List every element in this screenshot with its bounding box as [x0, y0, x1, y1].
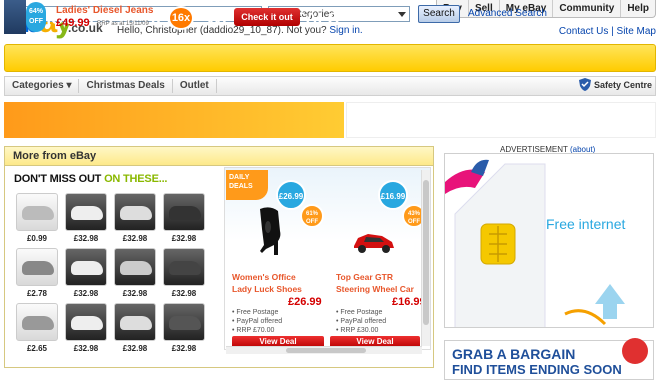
- product-thumbnail[interactable]: [163, 303, 205, 341]
- product-thumbnail[interactable]: [114, 193, 156, 231]
- grab-a-bargain-text: GRAB A BARGAIN: [452, 346, 576, 362]
- product-price: £32.98: [73, 234, 99, 243]
- nav-christmas-deals[interactable]: Christmas Deals: [79, 79, 173, 93]
- category-nav-bar: Categories ▾ Christmas Deals Outlet: [4, 76, 656, 96]
- product-price: £32.98: [73, 289, 99, 298]
- product-thumbnail[interactable]: [16, 248, 58, 286]
- product-thumbnail[interactable]: [65, 248, 107, 286]
- product-price: £32.98: [171, 344, 197, 353]
- product-image: [169, 261, 201, 275]
- deal2-price-circle: £16.99: [378, 180, 408, 210]
- deal1-price: £26.99: [288, 296, 322, 308]
- shoe-image[interactable]: [256, 205, 284, 255]
- horizontal-scroll-thumb[interactable]: [286, 348, 366, 353]
- product-thumbnail[interactable]: [163, 248, 205, 286]
- jeans-off-badge: 64% OFF: [26, 2, 46, 32]
- product-price: £32.98: [171, 234, 197, 243]
- more-from-ebay-header: More from eBay: [4, 146, 434, 166]
- jeans-price: £49.99: [56, 17, 90, 29]
- product-thumbnail[interactable]: [16, 303, 58, 341]
- topnav-help[interactable]: Help: [620, 0, 655, 17]
- product-image: [71, 261, 103, 275]
- product-price: £2.78: [26, 289, 48, 298]
- jeans-title: Ladies' Diesel Jeans: [56, 5, 154, 16]
- check-it-out-button[interactable]: Check it out: [234, 8, 300, 26]
- jeans-rrp: RRP as at 15/11/09: [97, 21, 149, 27]
- product-price: £32.98: [73, 344, 99, 353]
- product-thumbnail[interactable]: [16, 193, 58, 231]
- deal1-title-line1[interactable]: Women's Office: [232, 272, 296, 283]
- product-thumbnail[interactable]: [65, 303, 107, 341]
- deals-horizontal-scrollbar[interactable]: [226, 346, 422, 354]
- free-internet-ad[interactable]: [444, 153, 654, 328]
- free-internet-text: Free internet: [546, 216, 626, 232]
- nav-outlet[interactable]: Outlet: [173, 79, 217, 93]
- rc-car-image[interactable]: [352, 228, 396, 254]
- deal1-off-badge: 61% OFF: [300, 204, 324, 228]
- product-image: [120, 316, 152, 330]
- christmas-deals-banner[interactable]: [4, 102, 344, 138]
- topnav-community[interactable]: Community: [552, 0, 620, 17]
- product-image: [22, 316, 54, 330]
- search-button[interactable]: Search: [418, 5, 460, 23]
- find-items-ending-soon-text: FIND ITEMS ENDING SOON: [452, 362, 622, 377]
- deals-vertical-scrollbar[interactable]: [421, 170, 430, 346]
- vertical-scroll-thumb[interactable]: [423, 180, 429, 325]
- deal1-info-postage: • Free Postage: [232, 309, 279, 316]
- search-bar: [4, 44, 656, 72]
- jeans-image: [4, 0, 26, 34]
- shield-icon: [578, 78, 591, 91]
- product-thumbnail[interactable]: [114, 303, 156, 341]
- safety-centre-link[interactable]: Safety Centre: [578, 78, 652, 91]
- product-price: £32.98: [122, 234, 148, 243]
- deal2-title-line2[interactable]: Steering Wheel Car: [336, 284, 414, 295]
- deal2-info-paypal: • PayPal offered: [336, 318, 387, 325]
- product-image: [120, 206, 152, 220]
- deal1-title-line2[interactable]: Lady Luck Shoes: [232, 284, 302, 295]
- product-price: £2.65: [26, 344, 48, 353]
- product-image: [169, 206, 201, 220]
- chevron-down-icon: [398, 11, 406, 17]
- product-image: [22, 206, 54, 220]
- product-thumbnail[interactable]: [114, 248, 156, 286]
- dont-miss-text: DON'T MISS OUT: [14, 173, 102, 185]
- product-image: [71, 316, 103, 330]
- advanced-search-link[interactable]: Advanced Search: [468, 8, 547, 19]
- contact-sitemap-links[interactable]: Contact Us | Site Map: [559, 26, 656, 37]
- deal1-info-paypal: • PayPal offered: [232, 318, 283, 325]
- deal2-info-postage: • Free Postage: [336, 309, 383, 316]
- daily-deals-badge: DAILY DEALS: [226, 170, 268, 200]
- product-image: [71, 206, 103, 220]
- clock-icon: [622, 338, 648, 364]
- safety-centre-label: Safety Centre: [593, 79, 652, 90]
- sixteen-x-badge: 16x: [168, 6, 194, 30]
- product-price: £32.98: [122, 344, 148, 353]
- product-price: £32.98: [171, 289, 197, 298]
- deal2-title-line1[interactable]: Top Gear GTR: [336, 272, 393, 283]
- nav-categories[interactable]: Categories ▾: [5, 79, 80, 93]
- product-image: [22, 261, 54, 275]
- sim-card-graphic: [445, 159, 625, 327]
- dont-miss-heading: DON'T MISS OUT ON THESE...: [14, 173, 167, 185]
- product-price: £0.99: [26, 234, 48, 243]
- diesel-jeans-banner[interactable]: [346, 102, 656, 138]
- product-thumbnail[interactable]: [163, 193, 205, 231]
- product-image: [169, 316, 201, 330]
- product-price: £32.98: [122, 289, 148, 298]
- product-image: [120, 261, 152, 275]
- on-these-text: ON THESE...: [104, 173, 168, 185]
- deal1-info-rrp: • RRP £70.00: [232, 327, 275, 334]
- product-thumbnail[interactable]: [65, 193, 107, 231]
- deal2-info-rrp: • RRP £30.00: [336, 327, 379, 334]
